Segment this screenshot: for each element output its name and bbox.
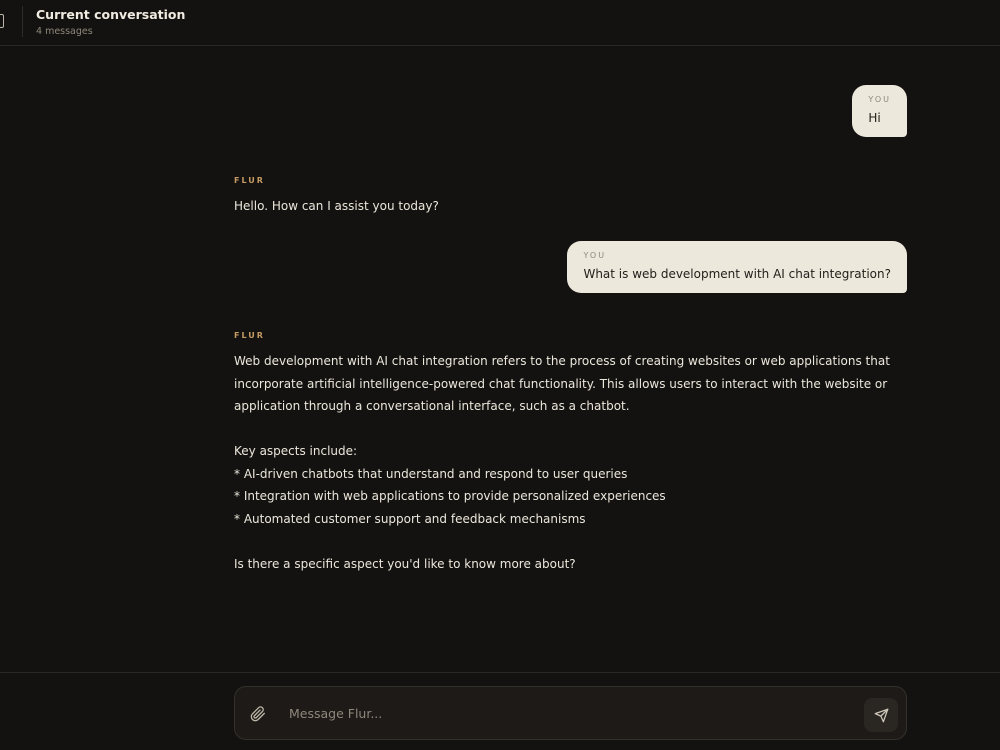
message-role-label: YOU: [583, 251, 607, 260]
message-line: Is there a specific aspect you'd like to…: [234, 556, 576, 571]
message-line: * AI-driven chatbots that understand and…: [234, 466, 628, 481]
message-input[interactable]: [287, 699, 851, 727]
message-line: Web development with AI chat integration…: [234, 354, 890, 368]
assistant-message: FLUR Web development with AI chat integr…: [234, 331, 890, 575]
message-count: 4 messages: [36, 26, 93, 37]
message-text: Hi: [868, 111, 881, 125]
conversation-header: Current conversation 4 messages: [0, 0, 1000, 46]
message-role-label: YOU: [868, 95, 891, 104]
message-line: * Automated customer support and feedbac…: [234, 511, 586, 526]
send-icon: [874, 708, 888, 722]
attach-button[interactable]: [247, 703, 269, 725]
message-text: What is web development with AI chat int…: [583, 267, 891, 281]
assistant-message: FLUR Hello. How can I assist you today?: [234, 176, 834, 218]
chat-app: Current conversation 4 messages YOU Hi F…: [0, 0, 1000, 750]
message-role-label: FLUR: [234, 176, 265, 185]
conversation-title: Current conversation: [36, 7, 186, 22]
message-line: Hello. How can I assist you today?: [234, 199, 439, 213]
message-line: [234, 530, 834, 553]
message-role-label: FLUR: [234, 331, 265, 340]
paperclip-icon: [250, 706, 265, 722]
user-message: YOU Hi: [852, 85, 907, 137]
message-line: Key aspects include:: [234, 444, 358, 458]
message-list: YOU Hi FLUR Hello. How can I assist you …: [0, 47, 1000, 672]
message-line: application through a conversational int…: [234, 399, 630, 413]
send-button[interactable]: [864, 698, 898, 732]
user-message: YOU What is web development with AI chat…: [567, 241, 907, 293]
sidebar-toggle-icon[interactable]: [0, 14, 4, 28]
header-divider: [22, 6, 23, 37]
message-line: * Integration with web applications to p…: [234, 489, 666, 503]
message-line: [234, 418, 834, 441]
message-line: incorporate artificial intelligence-powe…: [234, 376, 888, 391]
message-composer: [234, 686, 907, 740]
